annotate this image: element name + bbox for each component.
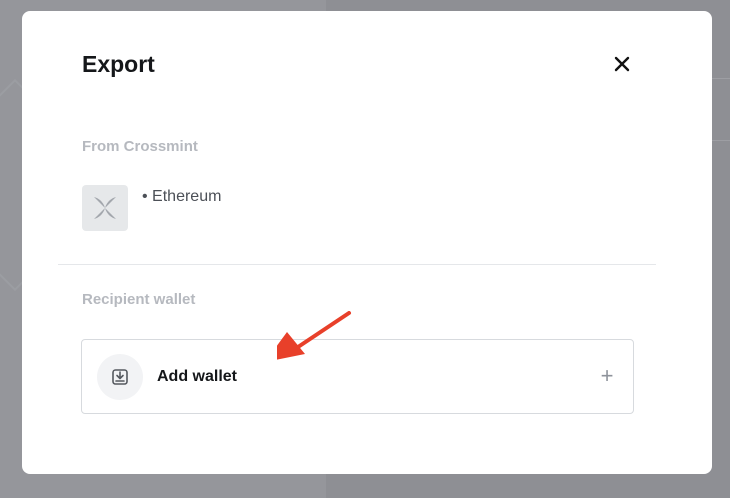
nft-thumbnail [82, 185, 128, 231]
add-wallet-label: Add wallet [157, 368, 238, 385]
export-modal: Export From Crossmint • Ethereum Recipie… [22, 11, 712, 474]
from-section-label: From Crossmint [82, 138, 198, 155]
annotation-arrow-icon [277, 311, 351, 360]
crossmint-logo-icon [94, 197, 116, 219]
add-wallet-icon-circle [97, 354, 143, 400]
close-button[interactable] [607, 49, 637, 79]
recipient-section-label: Recipient wallet [82, 291, 196, 308]
add-wallet-button[interactable]: Add wallet + [81, 339, 634, 414]
close-icon [614, 56, 630, 72]
section-divider [58, 264, 656, 265]
plus-icon: + [600, 363, 614, 388]
wallet-download-icon [112, 369, 128, 385]
modal-title: Export [82, 51, 155, 77]
chain-label: • Ethereum [142, 188, 222, 205]
